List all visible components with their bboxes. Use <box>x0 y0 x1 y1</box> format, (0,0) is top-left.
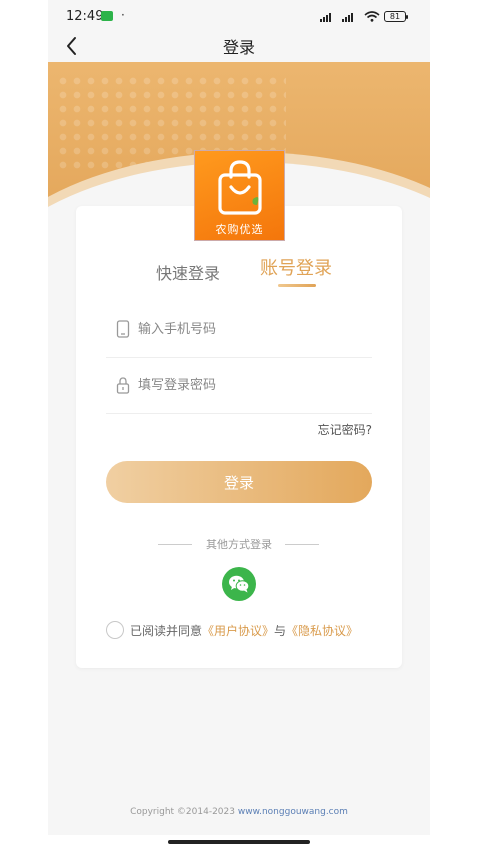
wifi-icon <box>364 11 380 22</box>
lock-icon <box>116 377 130 394</box>
wechat-login-button[interactable] <box>222 567 256 601</box>
phone-input[interactable] <box>138 316 358 342</box>
forgot-password-link[interactable]: 忘记密码? <box>318 421 372 438</box>
agreement-row: 已阅读并同意《用户协议》与《隐私协议》 <box>106 620 396 640</box>
agreement-connector: 与 <box>274 624 287 638</box>
wechat-icon <box>229 575 250 593</box>
login-card: 快速登录 账号登录 忘记密码? 登录 其他方式登录 <box>76 206 402 668</box>
login-button[interactable]: 登录 <box>106 461 372 503</box>
logo-text: 农购优选 <box>215 223 264 236</box>
other-login-label: 其他方式登录 <box>206 538 272 551</box>
app-screen: 12:49 · 81 登录 农购优选 快速登录 账号登录 输入手机号码 忘记密码… <box>48 0 430 835</box>
login-tabs: 快速登录 账号登录 <box>76 254 402 294</box>
tab-quick-login[interactable]: 快速登录 <box>156 260 220 284</box>
active-tab-indicator <box>278 284 316 287</box>
nav-bar: 登录 <box>48 32 430 62</box>
phone-field <box>106 302 372 358</box>
signal-icon <box>320 12 331 22</box>
status-time: 12:49 <box>66 9 104 24</box>
signal-icon-2 <box>342 12 353 22</box>
agreement-prefix: 已阅读并同意 <box>130 624 203 638</box>
home-indicator[interactable] <box>168 840 310 844</box>
user-agreement-link[interactable]: 《用户协议》 <box>202 624 274 638</box>
status-dot: · <box>121 8 125 22</box>
privacy-agreement-link[interactable]: 《隐私协议》 <box>286 624 358 638</box>
battery-icon: 81 <box>384 11 408 22</box>
page-title: 登录 <box>222 38 255 57</box>
website-link[interactable]: www.nonggouwang.com <box>238 807 348 817</box>
phone-icon <box>116 320 130 338</box>
password-input[interactable] <box>138 372 358 398</box>
copyright-footer: Copyright ©2014-2023 www.nonggouwang.com <box>48 807 430 817</box>
copyright-text: Copyright ©2014-2023 <box>130 807 235 817</box>
other-login-divider: 其他方式登录 <box>76 536 402 552</box>
password-field <box>106 358 372 414</box>
app-logo: 农购优选 <box>194 150 285 241</box>
divider-line-right <box>285 544 319 545</box>
status-bar: 12:49 · 81 <box>48 0 430 32</box>
tab-account-login[interactable]: 账号登录 <box>260 254 332 280</box>
message-notification-icon <box>101 11 113 21</box>
agreement-text: 已阅读并同意《用户协议》与《隐私协议》 <box>130 622 358 639</box>
agreement-checkbox[interactable] <box>106 621 124 639</box>
shopping-bag-icon <box>218 160 262 215</box>
